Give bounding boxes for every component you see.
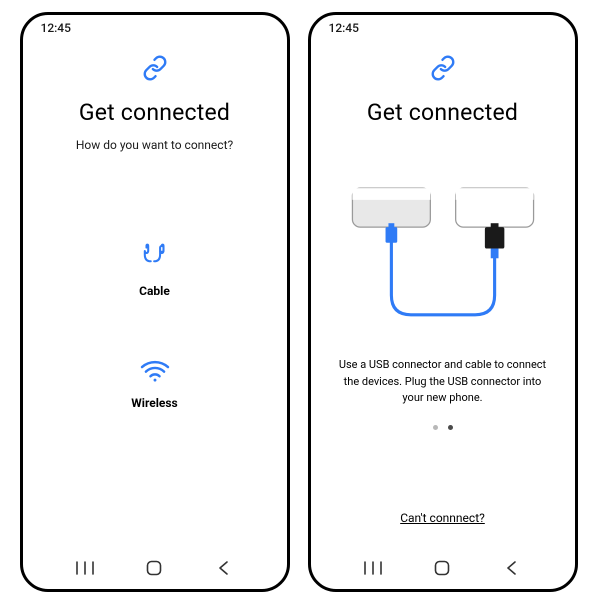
content-area: Get connected How do you want to connect… [23,37,287,547]
cable-option[interactable]: Cable [138,242,172,298]
link-icon [430,55,456,85]
cable-label: Cable [139,284,170,298]
navigation-bar [23,547,287,589]
nav-home-button[interactable] [424,550,460,586]
wireless-option[interactable]: Wireless [131,358,177,410]
phone-screen-right: 12:45 Get connected [308,12,578,592]
phone-screen-left: 12:45 Get connected How do you want to c… [20,12,290,592]
status-bar: 12:45 [311,15,575,37]
page-dot-active [448,425,453,430]
link-icon [142,55,168,85]
content-area: Get connected Use a USB connector a [311,37,575,547]
nav-home-button[interactable] [136,550,172,586]
cable-illustration [331,186,555,351]
status-bar: 12:45 [23,15,287,37]
nav-recent-button[interactable] [355,550,391,586]
page-title: Get connected [79,99,230,126]
nav-back-button[interactable] [206,550,242,586]
wifi-icon [138,358,172,388]
page-dot [433,425,438,430]
nav-back-button[interactable] [494,550,530,586]
navigation-bar [311,547,575,589]
status-time: 12:45 [329,21,359,35]
status-time: 12:45 [41,21,71,35]
cable-icon [138,242,172,276]
page-indicator [433,425,453,430]
wireless-label: Wireless [131,396,177,410]
page-title: Get connected [367,99,518,126]
instruction-text: Use a USB connector and cable to connect… [331,357,555,407]
nav-recent-button[interactable] [67,550,103,586]
cant-connect-link[interactable]: Can't connnect? [400,511,485,525]
page-subtitle: How do you want to connect? [76,138,233,152]
connection-options: Cable Wireless [131,242,177,410]
